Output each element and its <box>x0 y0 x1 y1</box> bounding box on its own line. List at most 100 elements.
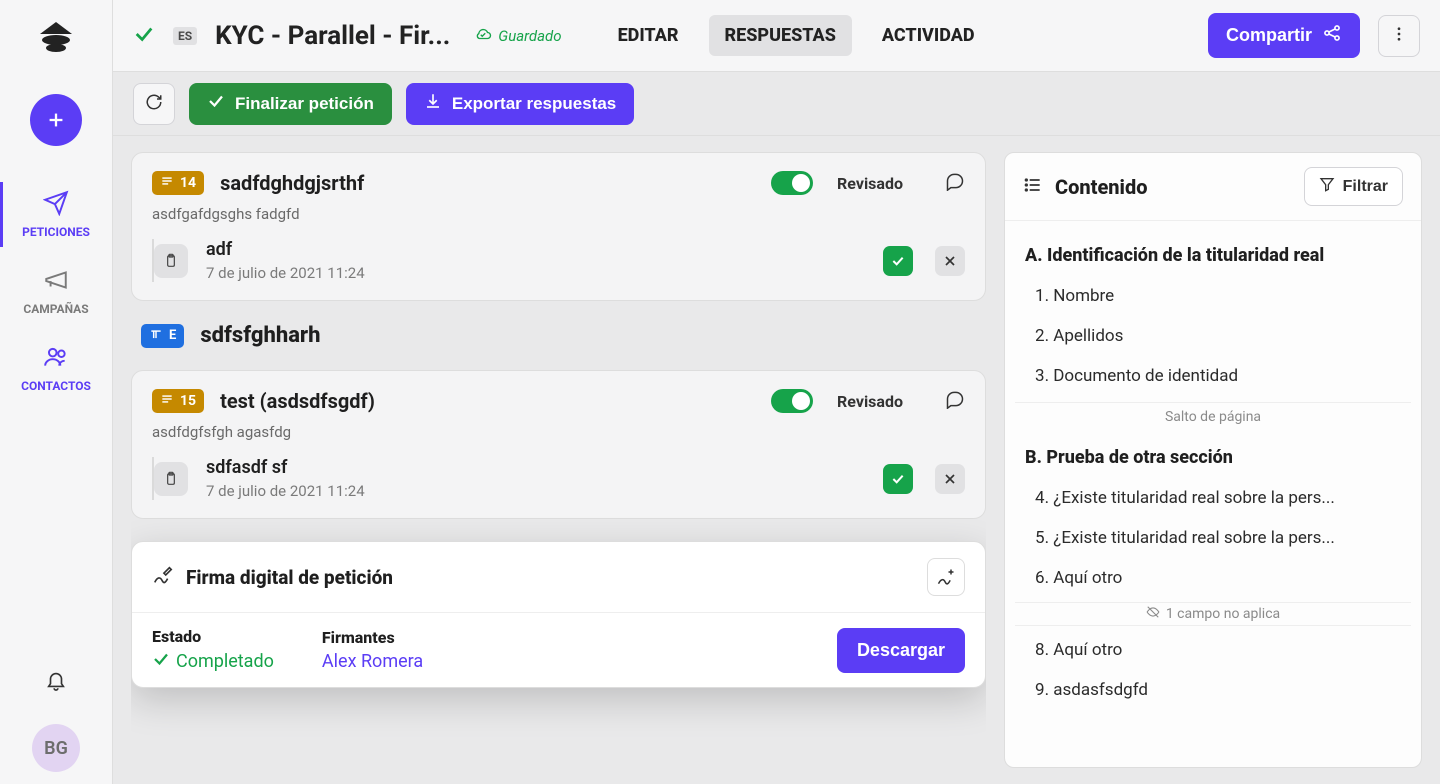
question-subtext: asdfdgfsfgh agasfdg <box>152 423 965 441</box>
reviewed-label: Revisado <box>837 174 903 193</box>
signature-signer-link[interactable]: Alex Romera <box>322 651 423 672</box>
section-letter: E <box>169 328 176 343</box>
rail-item-label: CONTACTOS <box>21 379 91 393</box>
rail-item-label: PETICIONES <box>22 225 90 239</box>
cloud-check-icon <box>474 25 492 47</box>
approve-button[interactable] <box>883 464 913 494</box>
main-region: ES KYC - Parallel - Fir... Guardado EDIT… <box>113 0 1440 784</box>
finalize-label: Finalizar petición <box>235 94 374 114</box>
list-icon <box>1023 175 1043 199</box>
filter-label: Filtrar <box>1343 178 1388 196</box>
filter-button[interactable]: Filtrar <box>1304 167 1403 206</box>
toc-page-break: Salto de página <box>1015 402 1411 431</box>
filter-icon <box>1319 176 1335 197</box>
toc-item[interactable]: 5. ¿Existe titularidad real sobre la per… <box>1015 518 1411 558</box>
approve-button[interactable] <box>883 246 913 276</box>
tab-respuestas[interactable]: RESPUESTAS <box>709 15 852 56</box>
answer-row: adf 7 de julio de 2021 11:24 <box>152 239 965 282</box>
rail-item-peticiones[interactable]: PETICIONES <box>0 176 112 253</box>
finalize-button[interactable]: Finalizar petición <box>189 83 392 125</box>
notifications-button[interactable] <box>36 660 76 700</box>
reviewed-toggle[interactable] <box>771 171 813 195</box>
toc-item[interactable]: 9. asdasfsdgfd <box>1015 670 1411 710</box>
share-button[interactable]: Compartir <box>1208 13 1360 58</box>
answer-text: sdfasdf sf <box>206 457 365 478</box>
export-button[interactable]: Exportar respuestas <box>406 83 634 125</box>
add-signature-button[interactable] <box>927 558 965 596</box>
content-region: 14 sadfdghdgjsrthf Revisado asdfgafdgsgh… <box>113 136 1440 784</box>
reject-button[interactable] <box>935 464 965 494</box>
question-subtext: asdfgafdgsghs fadgfd <box>152 205 965 223</box>
document-title: KYC - Parallel - Fir... <box>215 21 450 51</box>
list-icon <box>160 174 174 192</box>
question-title: sadfdghdgjsrthf <box>220 171 364 195</box>
toc-panel: Contenido Filtrar A. Identificación de l… <box>1004 152 1422 768</box>
share-label: Compartir <box>1226 25 1312 46</box>
refresh-button[interactable] <box>133 83 175 125</box>
more-menu-button[interactable] <box>1378 15 1420 57</box>
toc-hidden-note: 1 campo no aplica <box>1015 602 1411 626</box>
signature-signers-label: Firmantes <box>322 628 423 647</box>
topbar: ES KYC - Parallel - Fir... Guardado EDIT… <box>113 0 1440 72</box>
answer-text: adf <box>206 239 365 260</box>
reject-button[interactable] <box>935 246 965 276</box>
signature-state-value: Completado <box>152 650 274 673</box>
reviewed-label: Revisado <box>837 392 903 411</box>
tabs: EDITAR RESPUESTAS ACTIVIDAD <box>602 15 991 56</box>
user-avatar[interactable]: BG <box>32 724 80 772</box>
rail-item-label: CAMPAÑAS <box>23 302 88 316</box>
tab-editar[interactable]: EDITAR <box>602 15 695 56</box>
question-number: 14 <box>180 175 196 191</box>
comment-button[interactable] <box>945 389 965 413</box>
download-button[interactable]: Descargar <box>837 628 965 673</box>
list-icon <box>160 392 174 410</box>
saved-label: Guardado <box>498 27 561 45</box>
answer-row: sdfasdf sf 7 de julio de 2021 11:24 <box>152 457 965 500</box>
check-icon <box>152 650 170 673</box>
users-icon <box>43 344 69 373</box>
answer-date: 7 de julio de 2021 11:24 <box>206 482 365 500</box>
action-bar: Finalizar petición Exportar respuestas <box>113 72 1440 136</box>
clipboard-button[interactable] <box>154 462 188 496</box>
toc-section-a[interactable]: A. Identificación de la titularidad real <box>1015 235 1411 276</box>
response-card: 14 sadfdghdgjsrthf Revisado asdfgafdgsgh… <box>131 152 986 301</box>
text-icon <box>149 327 163 345</box>
rail-item-campanas[interactable]: CAMPAÑAS <box>0 253 112 330</box>
toc-item[interactable]: 3. Documento de identidad <box>1015 356 1411 396</box>
toc-item[interactable]: 2. Apellidos <box>1015 316 1411 356</box>
toc-body: A. Identificación de la titularidad real… <box>1005 221 1421 724</box>
eye-off-icon <box>1146 605 1160 623</box>
clipboard-button[interactable] <box>154 244 188 278</box>
toc-heading: Contenido <box>1055 175 1147 199</box>
signature-signers: Firmantes Alex Romera <box>322 628 423 672</box>
signature-icon <box>152 564 174 590</box>
signature-state-text: Completado <box>176 651 274 672</box>
toc-section-b[interactable]: B. Prueba de otra sección <box>1015 437 1411 478</box>
toc-item[interactable]: 8. Aquí otro <box>1015 630 1411 670</box>
signature-state-label: Estado <box>152 627 274 646</box>
download-icon <box>424 92 442 115</box>
toc-item[interactable]: 6. Aquí otro <box>1015 558 1411 598</box>
reviewed-toggle[interactable] <box>771 389 813 413</box>
signature-heading: Firma digital de petición <box>186 566 393 589</box>
rail-item-contactos[interactable]: CONTACTOS <box>0 330 112 407</box>
section-title: sdfsfghharh <box>200 323 320 348</box>
megaphone-icon <box>43 267 69 296</box>
comment-button[interactable] <box>945 171 965 195</box>
toc-item[interactable]: 4. ¿Existe titularidad real sobre la per… <box>1015 478 1411 518</box>
response-card: 15 test (asdsdfsgdf) Revisado asdfdgfsfg… <box>131 370 986 519</box>
question-title: test (asdsdfsgdf) <box>220 389 375 413</box>
signature-card: Firma digital de petición Estado <box>131 541 986 688</box>
tab-actividad[interactable]: ACTIVIDAD <box>866 15 991 56</box>
section-badge: E <box>141 324 184 348</box>
refresh-icon <box>145 93 163 114</box>
create-button[interactable] <box>30 94 82 146</box>
question-number: 15 <box>180 393 196 409</box>
answer-date: 7 de julio de 2021 11:24 <box>206 264 365 282</box>
left-rail: PETICIONES CAMPAÑAS CONTACTOS BG <box>0 0 113 784</box>
check-icon <box>207 92 225 115</box>
share-icon <box>1322 23 1342 48</box>
toc-item[interactable]: 1. Nombre <box>1015 276 1411 316</box>
language-badge: ES <box>173 27 197 45</box>
check-icon <box>133 23 155 49</box>
